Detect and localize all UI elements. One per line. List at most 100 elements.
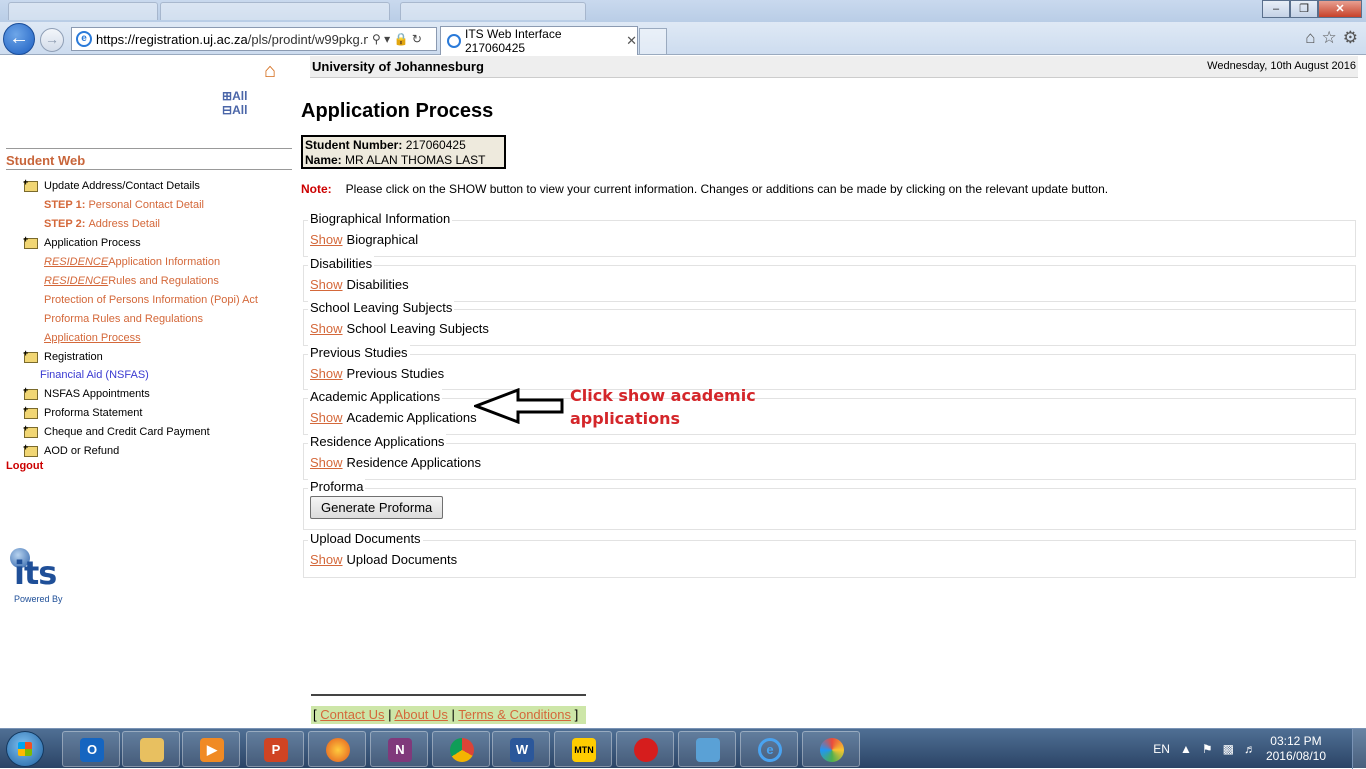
menu-step1-contact[interactable]: STEP 1: Personal Contact Detail — [44, 197, 204, 213]
menu-step2-address[interactable]: STEP 2: Address Detail — [44, 216, 160, 232]
photos-taskbar-button[interactable] — [678, 731, 736, 767]
word-icon: W — [510, 738, 534, 762]
show-desktop-button[interactable] — [1352, 729, 1366, 769]
student-number: 217060425 — [405, 138, 466, 152]
menu-residence-info[interactable]: RESIDENCE Application Information — [44, 254, 220, 270]
dropdown-icon[interactable]: ▾ — [384, 32, 390, 46]
language-indicator[interactable]: EN — [1153, 742, 1170, 756]
show-school-subjects-link[interactable]: Show — [310, 321, 343, 336]
menu-registration[interactable]: Registration — [23, 348, 103, 365]
show-academic-applications-link[interactable]: Show — [310, 410, 343, 425]
security-taskbar-button[interactable] — [616, 731, 674, 767]
explorer-taskbar-button[interactable] — [122, 731, 180, 767]
paint-taskbar-button[interactable] — [802, 731, 860, 767]
tab-close-icon[interactable]: ✕ — [626, 33, 637, 49]
ie-icon: e — [758, 738, 782, 762]
sidebar-title: Student Web — [6, 153, 86, 168]
word-taskbar-button[interactable]: W — [492, 731, 550, 767]
menu-cheque-payment[interactable]: Cheque and Credit Card Payment — [23, 423, 210, 440]
background-tab[interactable] — [400, 2, 586, 20]
home-icon[interactable]: ⌂ — [264, 60, 276, 83]
show-upload-documents-link[interactable]: Show — [310, 552, 343, 567]
powered-by-label: Powered By — [14, 594, 63, 604]
forward-button[interactable]: → — [40, 28, 64, 52]
show-previous-studies-link[interactable]: Show — [310, 366, 343, 381]
clock-time: 03:12 PM — [1270, 734, 1322, 748]
contact-us-link[interactable]: Contact Us — [320, 707, 384, 722]
folder-icon — [23, 177, 38, 192]
flag-icon[interactable]: ⚑ — [1202, 742, 1213, 756]
show-disabilities-link[interactable]: Show — [310, 277, 343, 292]
back-button[interactable]: ← — [3, 23, 35, 55]
address-tools[interactable]: ⚲ ▾ 🔒 ↻ — [372, 32, 422, 46]
new-tab-button[interactable] — [639, 28, 667, 54]
mtn-taskbar-button[interactable]: MTN — [554, 731, 612, 767]
background-tab[interactable] — [8, 2, 158, 20]
divider — [6, 169, 292, 170]
taskbar: O ▶ P N W MTN e EN ▲ ⚑ ▩ ♬ 03:12 PM 2016… — [0, 728, 1366, 769]
home-icon[interactable]: ⌂ — [1305, 28, 1315, 48]
section-school-subjects: School Leaving Subjects Show School Leavi… — [303, 300, 1356, 346]
address-bar[interactable]: e https://registration.uj.ac.za/pls/prod… — [71, 27, 437, 51]
chrome-icon — [450, 738, 474, 762]
onenote-icon: N — [388, 738, 412, 762]
menu-proforma-statement[interactable]: Proforma Statement — [23, 404, 142, 421]
settings-gear-icon[interactable]: ⚙ — [1343, 28, 1358, 48]
logout-link[interactable]: Logout — [6, 460, 43, 472]
close-window-button[interactable]: ✕ — [1318, 0, 1362, 18]
background-tab[interactable] — [160, 2, 390, 20]
folder-icon — [23, 385, 38, 400]
start-button[interactable] — [6, 731, 44, 767]
about-us-link[interactable]: About Us — [394, 707, 447, 722]
menu-application-process-current[interactable]: Application Process — [44, 330, 141, 346]
onenote-taskbar-button[interactable]: N — [370, 731, 428, 767]
section-previous-studies: Previous Studies Show Previous Studies — [303, 345, 1356, 390]
firefox-taskbar-button[interactable] — [308, 731, 366, 767]
volume-icon[interactable]: ♬ — [1244, 742, 1256, 756]
tray-expand-icon[interactable]: ▲ — [1180, 742, 1192, 756]
network-icon[interactable]: ▩ — [1223, 742, 1234, 756]
tab-title: ITS Web Interface 217060425 — [465, 27, 562, 55]
note: Note: Please click on the SHOW button to … — [301, 182, 1108, 196]
show-residence-applications-link[interactable]: Show — [310, 455, 343, 470]
folder-icon — [23, 423, 38, 438]
web-page: ⌂ ⊞All ⊟All Student Web Update Address/C… — [0, 56, 1366, 728]
search-icon[interactable]: ⚲ — [372, 32, 381, 46]
minimize-button[interactable]: – — [1262, 0, 1290, 18]
menu-update-address[interactable]: Update Address/Contact Details — [23, 177, 200, 194]
divider — [6, 148, 292, 149]
restore-button[interactable]: ❐ — [1290, 0, 1318, 18]
section-biographical: Biographical Information Show Biographica… — [303, 211, 1356, 257]
powerpoint-taskbar-button[interactable]: P — [246, 731, 304, 767]
show-biographical-link[interactable]: Show — [310, 232, 343, 247]
media-player-taskbar-button[interactable]: ▶ — [182, 731, 240, 767]
menu-financial-aid[interactable]: Financial Aid (NSFAS) — [40, 367, 149, 383]
student-name: MR ALAN THOMAS LAST — [345, 153, 486, 167]
terms-link[interactable]: Terms & Conditions — [458, 707, 571, 722]
active-tab[interactable]: ITS Web Interface 217060425 ✕ — [440, 26, 638, 55]
section-upload-documents: Upload Documents Show Upload Documents — [303, 531, 1356, 578]
ie-tab-icon — [447, 34, 461, 48]
chrome-taskbar-button[interactable] — [432, 731, 490, 767]
menu-residence-rules[interactable]: RESIDENCE Rules and Regulations — [44, 273, 219, 289]
address-url[interactable]: https://registration.uj.ac.za/pls/prodin… — [96, 32, 368, 47]
collapse-all-button[interactable]: ⊟All — [222, 103, 253, 117]
menu-nsfas-appointments[interactable]: NSFAS Appointments — [23, 385, 150, 402]
menu-application-process[interactable]: Application Process — [23, 234, 141, 251]
ie-taskbar-button[interactable]: e — [740, 731, 798, 767]
generate-proforma-button[interactable]: Generate Proforma — [310, 496, 444, 519]
footer: [ Contact Us | About Us | Terms & Condit… — [311, 694, 586, 724]
folder-icon — [23, 348, 38, 363]
sidebar: ⌂ ⊞All ⊟All Student Web Update Address/C… — [0, 56, 300, 728]
menu-popi-act[interactable]: Protection of Persons Information (Popi)… — [44, 292, 258, 308]
menu-proforma-rules[interactable]: Proforma Rules and Regulations — [44, 311, 203, 327]
lock-icon[interactable]: 🔒 — [394, 32, 409, 46]
menu-aod-refund[interactable]: AOD or Refund — [23, 442, 119, 459]
outlook-taskbar-button[interactable]: O — [62, 731, 120, 767]
expand-all-button[interactable]: ⊞All — [222, 89, 253, 103]
favorites-star-icon[interactable]: ☆ — [1322, 28, 1337, 48]
clock[interactable]: 03:12 PM 2016/08/10 — [1266, 734, 1326, 764]
page-title: Application Process — [301, 100, 494, 122]
refresh-icon[interactable]: ↻ — [412, 32, 422, 46]
its-logo: its Powered By — [8, 544, 68, 606]
